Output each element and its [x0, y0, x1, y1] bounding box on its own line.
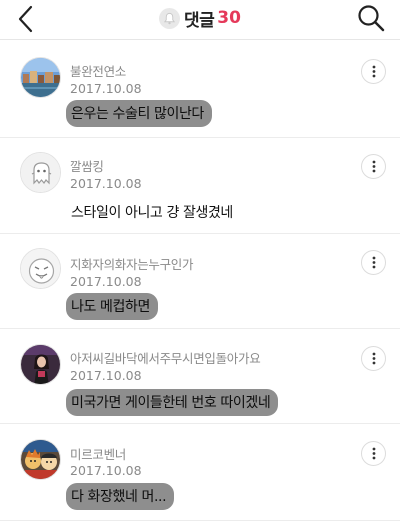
- comment-item: 미르코벤너 2017.10.08 다 화장했네 머...: [0, 424, 400, 521]
- comment-text: 나도 메컵하면: [66, 293, 158, 320]
- comment-author[interactable]: 깔쌈킹: [70, 156, 104, 175]
- bell-icon[interactable]: [159, 7, 181, 29]
- comment-text: 다 화장했네 머...: [66, 483, 175, 510]
- comment-count: 30: [217, 8, 241, 28]
- comment-author[interactable]: 미르코벤너: [70, 444, 126, 463]
- comment-date: 2017.10.08: [70, 176, 142, 191]
- tongue-face-avatar[interactable]: [20, 248, 61, 289]
- comment-date: 2017.10.08: [70, 463, 142, 478]
- comment-author[interactable]: 불완전연소: [70, 61, 126, 80]
- more-vertical-icon[interactable]: [361, 59, 386, 84]
- page-title: 댓글 30: [0, 0, 400, 36]
- comment-text: 은우는 수술티 많이난다: [66, 100, 212, 127]
- comment-item: 지화자의화자는누구인가 2017.10.08 나도 메컵하면: [0, 234, 400, 329]
- comment-item: 깔쌈킹 2017.10.08 스타일이 아니고 걍 잘생겼네: [0, 138, 400, 234]
- search-icon[interactable]: [356, 3, 386, 33]
- comment-date: 2017.10.08: [70, 368, 142, 383]
- title-label: 댓글: [184, 10, 215, 31]
- top-bar: 댓글 30: [0, 0, 400, 40]
- more-vertical-icon[interactable]: [361, 250, 386, 275]
- comment-item: 아저씨길바닥에서주무시면입돌아가요 2017.10.08 미국가면 게이들한테 …: [0, 329, 400, 424]
- comment-author[interactable]: 지화자의화자는누구인가: [70, 254, 194, 273]
- city-photo-avatar[interactable]: [20, 57, 61, 98]
- comment-date: 2017.10.08: [70, 81, 142, 96]
- comment-date: 2017.10.08: [70, 274, 142, 289]
- more-vertical-icon[interactable]: [361, 441, 386, 466]
- more-vertical-icon[interactable]: [361, 154, 386, 179]
- comment-author[interactable]: 아저씨길바닥에서주무시면입돌아가요: [70, 348, 261, 367]
- performer-photo-avatar[interactable]: [20, 344, 61, 385]
- comment-text: 스타일이 아니고 걍 잘생겼네: [71, 205, 233, 221]
- comment-text: 미국가면 게이들한테 번호 따이겠네: [66, 389, 279, 416]
- ghost-character-avatar[interactable]: [20, 152, 61, 193]
- comment-item: 불완전연소 2017.10.08 은우는 수술티 많이난다: [0, 41, 400, 138]
- cartoon-characters-avatar[interactable]: [20, 439, 61, 480]
- more-vertical-icon[interactable]: [361, 346, 386, 371]
